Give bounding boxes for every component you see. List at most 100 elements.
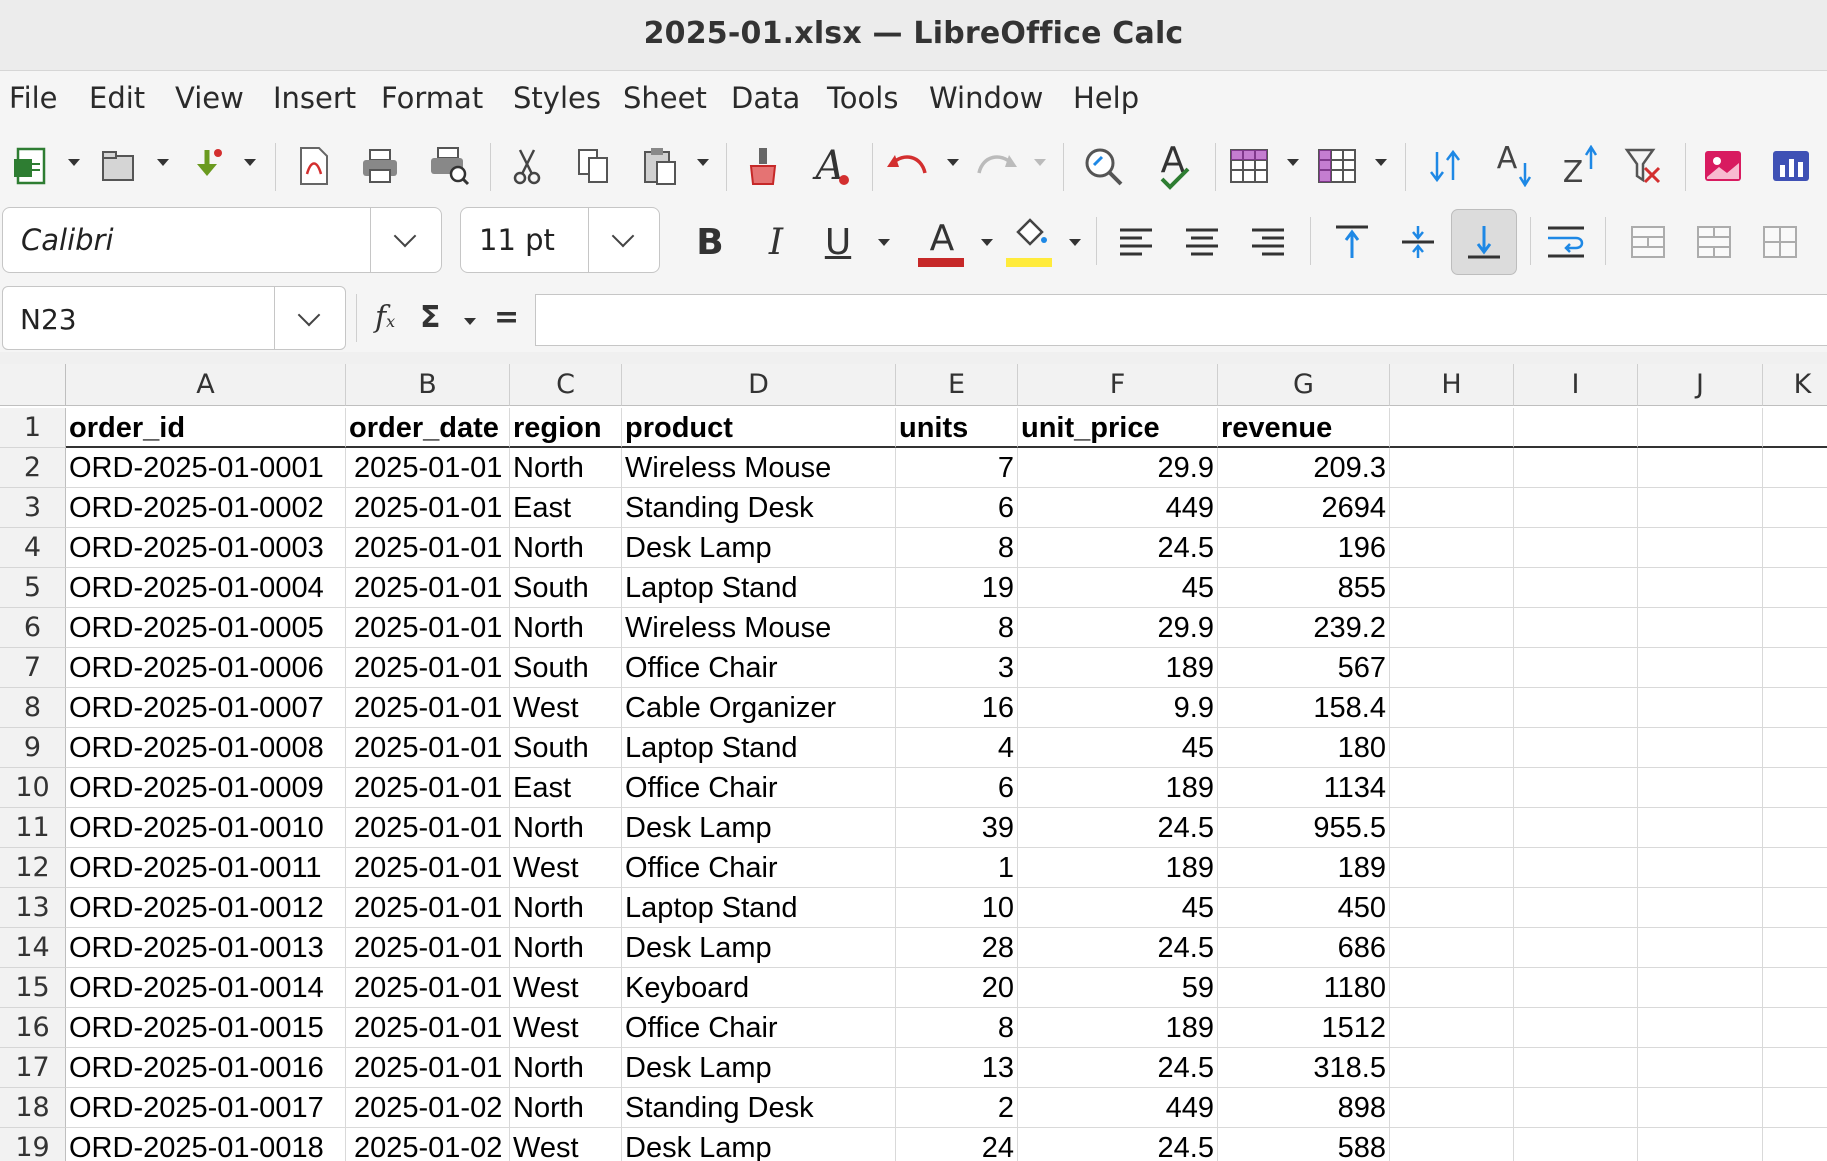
cell-B5[interactable]: 2025-01-01 — [346, 568, 510, 608]
cell-E18[interactable]: 2 — [896, 1088, 1018, 1128]
merge-cells-icon[interactable] — [1620, 215, 1676, 269]
paste-icon[interactable] — [633, 139, 687, 193]
open-dropdown-icon[interactable] — [157, 159, 169, 166]
cell-A6[interactable]: ORD-2025-01-0005 — [66, 608, 346, 648]
cell-I3[interactable] — [1514, 488, 1638, 528]
cell-K4[interactable] — [1763, 528, 1827, 568]
menu-window[interactable]: Window — [929, 81, 1043, 115]
cell-J1[interactable] — [1638, 408, 1763, 448]
cell-H6[interactable] — [1390, 608, 1514, 648]
column-header-G[interactable]: G — [1218, 364, 1390, 406]
cell-E1[interactable]: units — [896, 408, 1018, 448]
sum-dropdown-icon[interactable] — [464, 318, 476, 325]
column-header-F[interactable]: F — [1018, 364, 1218, 406]
cell-A15[interactable]: ORD-2025-01-0014 — [66, 968, 346, 1008]
cell-J2[interactable] — [1638, 448, 1763, 488]
cell-D17[interactable]: Desk Lamp — [622, 1048, 896, 1088]
cell-C10[interactable]: East — [510, 768, 622, 808]
clear-formatting-icon[interactable]: A — [803, 139, 857, 193]
row-header-12[interactable]: 12 — [0, 848, 66, 888]
cell-J4[interactable] — [1638, 528, 1763, 568]
cell-J16[interactable] — [1638, 1008, 1763, 1048]
cell-I6[interactable] — [1514, 608, 1638, 648]
cell-D11[interactable]: Desk Lamp — [622, 808, 896, 848]
cell-G7[interactable]: 567 — [1218, 648, 1390, 688]
clone-formatting-icon[interactable] — [736, 139, 790, 193]
cell-H1[interactable] — [1390, 408, 1514, 448]
cell-I14[interactable] — [1514, 928, 1638, 968]
cell-K10[interactable] — [1763, 768, 1827, 808]
align-left-icon[interactable] — [1108, 215, 1164, 269]
cell-F19[interactable]: 24.5 — [1018, 1128, 1218, 1161]
cell-K15[interactable] — [1763, 968, 1827, 1008]
cell-C16[interactable]: West — [510, 1008, 622, 1048]
cell-B17[interactable]: 2025-01-01 — [346, 1048, 510, 1088]
cell-C5[interactable]: South — [510, 568, 622, 608]
cell-A10[interactable]: ORD-2025-01-0009 — [66, 768, 346, 808]
cell-J12[interactable] — [1638, 848, 1763, 888]
cell-B2[interactable]: 2025-01-01 — [346, 448, 510, 488]
cell-D14[interactable]: Desk Lamp — [622, 928, 896, 968]
align-right-icon[interactable] — [1240, 215, 1296, 269]
function-wizard-icon[interactable]: fx — [375, 300, 395, 335]
font-name-dropdown[interactable] — [370, 208, 441, 272]
name-box-dropdown[interactable] — [274, 287, 345, 349]
cell-D7[interactable]: Office Chair — [622, 648, 896, 688]
cell-I5[interactable] — [1514, 568, 1638, 608]
cell-F18[interactable]: 449 — [1018, 1088, 1218, 1128]
cell-D18[interactable]: Standing Desk — [622, 1088, 896, 1128]
cell-K18[interactable] — [1763, 1088, 1827, 1128]
cell-D10[interactable]: Office Chair — [622, 768, 896, 808]
cell-H19[interactable] — [1390, 1128, 1514, 1161]
cell-A3[interactable]: ORD-2025-01-0002 — [66, 488, 346, 528]
cell-B4[interactable]: 2025-01-01 — [346, 528, 510, 568]
menu-styles[interactable]: Styles — [513, 81, 601, 115]
new-dropdown-icon[interactable] — [68, 159, 80, 166]
cell-E17[interactable]: 13 — [896, 1048, 1018, 1088]
cell-F6[interactable]: 29.9 — [1018, 608, 1218, 648]
cell-I13[interactable] — [1514, 888, 1638, 928]
cell-G8[interactable]: 158.4 — [1218, 688, 1390, 728]
formula-input[interactable] — [535, 294, 1827, 346]
cell-F15[interactable]: 59 — [1018, 968, 1218, 1008]
cell-H9[interactable] — [1390, 728, 1514, 768]
cell-C8[interactable]: West — [510, 688, 622, 728]
cell-F13[interactable]: 45 — [1018, 888, 1218, 928]
menu-format[interactable]: Format — [381, 81, 483, 115]
cell-G10[interactable]: 1134 — [1218, 768, 1390, 808]
cell-K16[interactable] — [1763, 1008, 1827, 1048]
underline-dropdown-icon[interactable] — [878, 239, 890, 246]
cell-E5[interactable]: 19 — [896, 568, 1018, 608]
cell-C14[interactable]: North — [510, 928, 622, 968]
paste-dropdown-icon[interactable] — [697, 159, 709, 166]
cell-C7[interactable]: South — [510, 648, 622, 688]
cell-I12[interactable] — [1514, 848, 1638, 888]
column-header-C[interactable]: C — [510, 364, 622, 406]
copy-icon[interactable] — [566, 139, 620, 193]
cell-B14[interactable]: 2025-01-01 — [346, 928, 510, 968]
cell-B16[interactable]: 2025-01-01 — [346, 1008, 510, 1048]
row-header-8[interactable]: 8 — [0, 688, 66, 728]
cell-K12[interactable] — [1763, 848, 1827, 888]
cell-C12[interactable]: West — [510, 848, 622, 888]
menu-sheet[interactable]: Sheet — [623, 81, 707, 115]
row-header-17[interactable]: 17 — [0, 1048, 66, 1088]
cell-J9[interactable] — [1638, 728, 1763, 768]
cell-F12[interactable]: 189 — [1018, 848, 1218, 888]
cell-I11[interactable] — [1514, 808, 1638, 848]
cell-B19[interactable]: 2025-01-02 — [346, 1128, 510, 1161]
open-folder-icon[interactable] — [92, 139, 146, 193]
font-color-icon[interactable]: A — [914, 215, 970, 269]
align-center-icon[interactable] — [1174, 215, 1230, 269]
column-header-A[interactable]: A — [66, 364, 346, 406]
cell-A4[interactable]: ORD-2025-01-0003 — [66, 528, 346, 568]
cell-K6[interactable] — [1763, 608, 1827, 648]
cell-C3[interactable]: East — [510, 488, 622, 528]
save-dropdown-icon[interactable] — [244, 159, 256, 166]
cell-F10[interactable]: 189 — [1018, 768, 1218, 808]
cell-C1[interactable]: region — [510, 408, 622, 448]
cell-H12[interactable] — [1390, 848, 1514, 888]
sort-icon[interactable] — [1418, 139, 1472, 193]
cell-C15[interactable]: West — [510, 968, 622, 1008]
cell-K3[interactable] — [1763, 488, 1827, 528]
